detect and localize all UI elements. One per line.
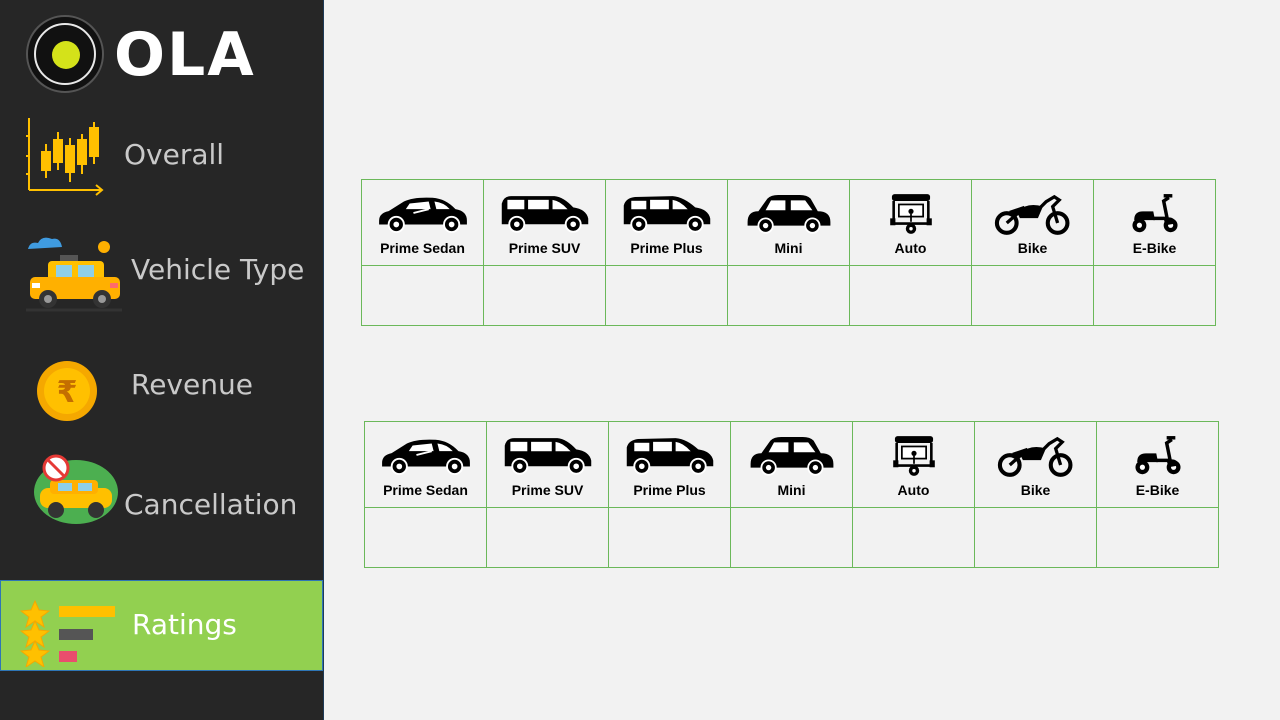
vehicle-header-cell: Prime Sedan bbox=[361, 179, 484, 266]
vehicle-header-cell: Auto bbox=[852, 421, 975, 508]
ola-logo: OLA bbox=[26, 15, 266, 95]
auto-rickshaw-icon bbox=[853, 434, 974, 478]
suv-icon bbox=[484, 192, 605, 236]
nav-label-revenue: Revenue bbox=[131, 368, 253, 401]
vehicle-label: Auto bbox=[894, 240, 927, 256]
vehicle-value-cell bbox=[364, 507, 487, 568]
nav-item-cancellation[interactable]: Cancellation bbox=[0, 448, 323, 558]
nav-item-revenue[interactable]: ₹ Revenue bbox=[0, 330, 323, 440]
vehicle-header-cell: E-Bike bbox=[1093, 179, 1216, 266]
vehicle-label: Prime SUV bbox=[511, 482, 584, 498]
rupee-coin-icon: ₹ bbox=[37, 361, 97, 421]
vehicle-label: Prime SUV bbox=[508, 240, 581, 256]
motorcycle-icon bbox=[972, 192, 1093, 236]
nav-label-cancellation: Cancellation bbox=[124, 488, 298, 521]
vehicle-label: Prime Sedan bbox=[383, 482, 468, 498]
suv-icon bbox=[487, 434, 608, 478]
star-ratings-icon bbox=[19, 599, 115, 667]
motorcycle-icon bbox=[975, 434, 1096, 478]
vehicle-value-cell bbox=[730, 507, 853, 568]
vehicle-label: Bike bbox=[1020, 482, 1051, 498]
vehicle-value-cell bbox=[361, 265, 484, 326]
vehicle-value-cell bbox=[483, 265, 606, 326]
vehicle-header-cell: Prime Sedan bbox=[364, 421, 487, 508]
vehicle-header-cell: Prime SUV bbox=[486, 421, 609, 508]
mini-car-icon bbox=[728, 192, 849, 236]
vehicle-header-cell: Bike bbox=[974, 421, 1097, 508]
vehicle-value-cell bbox=[727, 265, 850, 326]
vehicle-label: Mini bbox=[777, 482, 806, 498]
hatchback-icon bbox=[609, 434, 730, 478]
vehicle-header-cell: Prime Plus bbox=[605, 179, 728, 266]
vehicle-value-cell bbox=[608, 507, 731, 568]
cancelled-ride-icon bbox=[34, 454, 118, 524]
vehicle-header-cell: Auto bbox=[849, 179, 972, 266]
svg-text:₹: ₹ bbox=[57, 375, 78, 410]
ola-logo-icon bbox=[26, 15, 104, 93]
vehicle-label: Auto bbox=[897, 482, 930, 498]
vehicle-value-cell bbox=[971, 265, 1094, 326]
candlestick-chart-icon bbox=[26, 118, 104, 196]
vehicle-header-cell: Prime Plus bbox=[608, 421, 731, 508]
sedan-icon bbox=[362, 192, 483, 236]
vehicle-header-cell: Mini bbox=[730, 421, 853, 508]
sedan-icon bbox=[365, 434, 486, 478]
vehicle-value-cell bbox=[852, 507, 975, 568]
nav-label-vehicle-type: Vehicle Type bbox=[131, 253, 305, 286]
scooter-icon bbox=[1094, 192, 1215, 236]
vehicle-header-row: Prime Sedan Prime SUV Prime Plus Mini Auto Bi… bbox=[361, 179, 1216, 266]
vehicle-value-cell bbox=[974, 507, 1097, 568]
vehicle-label: Prime Plus bbox=[630, 240, 703, 256]
vehicle-value-cell bbox=[1093, 265, 1216, 326]
scooter-icon bbox=[1097, 434, 1218, 478]
nav-item-vehicle-type[interactable]: Vehicle Type bbox=[0, 215, 323, 325]
vehicle-header-cell: E-Bike bbox=[1096, 421, 1219, 508]
vehicle-value-cell bbox=[605, 265, 728, 326]
vehicle-header-cell: Prime SUV bbox=[483, 179, 606, 266]
vehicle-header-row: Prime Sedan Prime SUV Prime Plus Mini Auto Bi… bbox=[364, 421, 1219, 508]
vehicle-label: E-Bike bbox=[1135, 482, 1180, 498]
vehicle-value-row bbox=[361, 265, 1216, 326]
hatchback-icon bbox=[606, 192, 727, 236]
vehicle-ratings-table-1: Prime Sedan Prime SUV Prime Plus Mini Auto Bi… bbox=[361, 179, 1216, 326]
brand-name: OLA bbox=[114, 20, 256, 90]
nav-item-ratings[interactable]: Ratings bbox=[0, 580, 323, 671]
vehicle-value-cell bbox=[849, 265, 972, 326]
taxi-car-icon bbox=[26, 237, 122, 312]
vehicle-value-cell bbox=[486, 507, 609, 568]
vehicle-label: Prime Sedan bbox=[380, 240, 465, 256]
nav-label-ratings: Ratings bbox=[132, 608, 237, 641]
vehicle-label: E-Bike bbox=[1132, 240, 1177, 256]
vehicle-header-cell: Bike bbox=[971, 179, 1094, 266]
vehicle-label: Prime Plus bbox=[633, 482, 706, 498]
nav-item-overall[interactable]: Overall bbox=[0, 100, 323, 210]
vehicle-ratings-table-2: Prime Sedan Prime SUV Prime Plus Mini Auto Bi… bbox=[364, 421, 1219, 568]
vehicle-header-cell: Mini bbox=[727, 179, 850, 266]
nav-label-overall: Overall bbox=[124, 138, 225, 171]
vehicle-value-cell bbox=[1096, 507, 1219, 568]
sidebar: OLA Overall Vehicle Type ₹ Revenue Cance… bbox=[0, 0, 324, 720]
vehicle-label: Bike bbox=[1017, 240, 1048, 256]
vehicle-label: Mini bbox=[774, 240, 803, 256]
auto-rickshaw-icon bbox=[850, 192, 971, 236]
mini-car-icon bbox=[731, 434, 852, 478]
vehicle-value-row bbox=[364, 507, 1219, 568]
